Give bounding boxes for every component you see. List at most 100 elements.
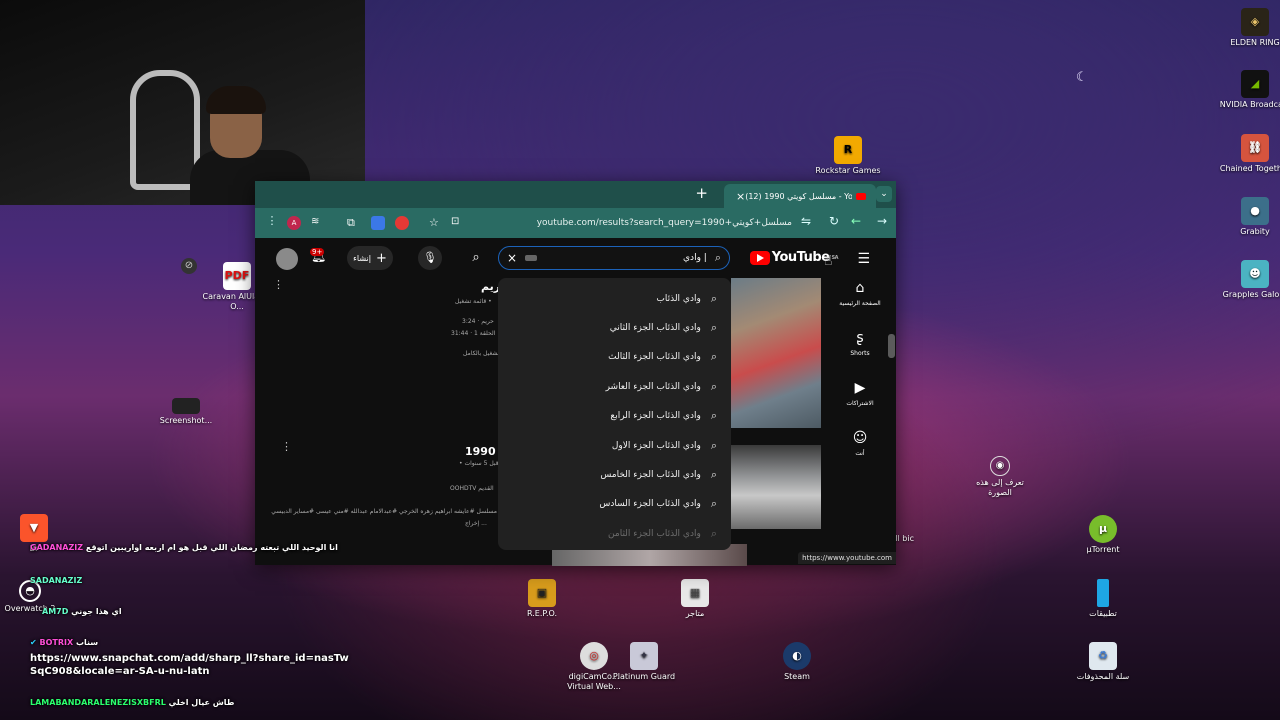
video-2-menu-icon[interactable]: ⋮ — [281, 440, 292, 453]
search-icon: ⌕ — [710, 409, 717, 423]
youtube-favicon-icon — [856, 192, 866, 200]
hand-cursor-icon: ☝ — [824, 253, 833, 269]
video-1-item-1[interactable]: حريم · 3:24 — [462, 318, 494, 325]
screenshot-thumb-icon — [172, 398, 200, 414]
suggestion-item[interactable]: وادي الذئاب الجزء العاشر ⌕ — [498, 372, 731, 401]
hamburger-menu-icon[interactable]: ☰ — [857, 251, 870, 267]
search-icon: ⌕ — [710, 438, 717, 452]
browser-menu-kebab-icon[interactable]: ⋮ — [263, 214, 281, 227]
desktop-icon-screenshot[interactable]: Screenshot... — [149, 398, 223, 426]
back-icon[interactable]: → — [873, 214, 891, 228]
record-extension-icon[interactable] — [395, 216, 409, 230]
reload-icon[interactable]: ↻ — [825, 214, 843, 228]
suggestion-item[interactable]: وادي الذئاب ⌕ — [498, 284, 731, 313]
tab-youtube[interactable]: × (12) مسلسل كويتي 1990 - YouTube — [724, 184, 876, 208]
chat-message: ✔ BOTRIX سناب — [30, 638, 99, 647]
video-1-menu-icon[interactable]: ⋮ — [273, 278, 284, 291]
video-2-description-more: إخراج ... — [465, 520, 487, 527]
desktop-icon-apps[interactable]: تطبيقات — [1066, 579, 1140, 619]
search-icon: ⌕ — [710, 321, 717, 335]
sidebar-item-you[interactable]: ☺ أنت — [824, 430, 896, 480]
search-icon: ⌕ — [710, 350, 717, 364]
suggestion-item[interactable]: وادي الذئاب الجزء السادس ⌕ — [498, 490, 731, 519]
create-button[interactable]: إنشاء + — [347, 246, 393, 270]
desktop-icon-chained-together[interactable]: ⛓ Chained Together — [1218, 134, 1280, 174]
extension-icon[interactable]: ≋ — [311, 216, 325, 230]
desktop-icon-repo[interactable]: ▣ R.E.P.O. — [505, 579, 579, 619]
keyboard-icon[interactable] — [525, 255, 538, 261]
webcam-overlay — [0, 0, 365, 205]
desktop-icon-nvidia-broadcast[interactable]: ◢ NVIDIA Broadcast — [1218, 70, 1280, 110]
sidebar-item-home[interactable]: ⌂ الصفحة الرئيسية — [824, 280, 896, 330]
sidebar-item-subscriptions[interactable]: ▶︎ الاشتراكات — [824, 380, 896, 430]
suggestion-item[interactable]: وادي الذئاب الجزء الثالث ⌕ — [498, 343, 731, 372]
suggestion-item[interactable]: وادي الذئاب الجزء الاول ⌕ — [498, 431, 731, 460]
chat-message: GADANAZIZ انا الوحيد اللي تبعته رمضان ال… — [30, 543, 338, 552]
blocked-circle-icon: ⊘ — [181, 258, 197, 274]
repo-game-icon: ▣ — [528, 579, 556, 607]
plus-icon: + — [375, 250, 387, 266]
suggestion-item[interactable]: وادي الذئاب الجزء الخامس ⌕ — [498, 460, 731, 489]
desktop-icon-stores[interactable]: ▦ متاجر — [658, 579, 732, 619]
clear-search-icon[interactable]: × — [507, 251, 517, 265]
video-thumbnail-1[interactable] — [731, 278, 821, 428]
suggestion-item[interactable]: وادي الذئاب الجزء الثامن ⌕ — [498, 519, 731, 548]
steam-icon: ◐ — [783, 642, 811, 670]
video-1-item-2[interactable]: الحلقة 1 · 31:44 — [451, 330, 495, 337]
site-settings-icon[interactable]: ⇋ — [797, 214, 815, 228]
translate-extension-icon[interactable] — [371, 216, 385, 230]
video-thumbnail-2[interactable] — [731, 445, 821, 529]
search-icon: ⌕ — [710, 379, 717, 393]
browser-window: + × (12) مسلسل كويتي 1990 - YouTube ⌄ ⋮ … — [255, 181, 896, 566]
account-avatar[interactable] — [276, 248, 298, 270]
new-tab-button[interactable]: + — [695, 184, 708, 202]
suggestion-item[interactable]: وادي الذئاب الجزء الثاني ⌕ — [498, 313, 731, 342]
desktop-icon-grapples-galore[interactable]: ☻ Grapples Galore — [1218, 260, 1280, 300]
camera-circle-icon: ◉ — [990, 456, 1010, 476]
video-2-channel[interactable]: OOHDTV القديم — [450, 485, 494, 492]
nvidia-broadcast-icon: ◢ — [1241, 70, 1269, 98]
play-all-link[interactable]: تشغيل بالكامل — [463, 350, 499, 357]
subscriptions-icon: ▶︎ — [854, 380, 866, 396]
tab-search-chevron-icon[interactable]: ⌄ — [876, 186, 892, 202]
chained-together-icon: ⛓ — [1241, 134, 1269, 162]
desktop-icon-platinum-guard[interactable]: ✦ Platinum Guard — [607, 642, 681, 682]
desktop-icon-steam[interactable]: ◐ Steam — [760, 642, 834, 682]
home-icon: ⌂ — [855, 280, 865, 296]
install-app-icon[interactable]: ⊡ — [451, 216, 465, 230]
video-2-age: • قبل 5 سنوات — [459, 460, 499, 467]
page-scrollbar[interactable] — [888, 334, 895, 358]
suggestion-item[interactable]: وادي الذئاب الجزء الرابع ⌕ — [498, 402, 731, 431]
video-1-meta: قائمة تشغيل • — [455, 298, 492, 305]
streamer-hair — [206, 86, 266, 114]
tab-bar: + × (12) مسلسل كويتي 1990 - YouTube ⌄ — [255, 181, 896, 208]
search-button[interactable]: ⌕ — [463, 246, 489, 270]
profile-avatar-icon[interactable]: A — [287, 216, 301, 230]
rockstar-games-icon: R — [834, 136, 862, 164]
chat-message: SADANAZIZ — [30, 576, 83, 585]
puzzle-extensions-icon[interactable]: ⧉ — [347, 216, 361, 230]
elden-ring-icon: ◈ — [1241, 8, 1269, 36]
recycle-bin-icon: ♻ — [1089, 642, 1117, 670]
desktop-icon-utorrent[interactable]: µ µTorrent — [1066, 515, 1140, 555]
search-icon: ⌕ — [710, 468, 717, 482]
gaming-chair — [130, 70, 200, 190]
voice-search-mic-icon[interactable]: 🎙︎ — [418, 246, 442, 270]
apps-folder-icon — [1097, 579, 1109, 607]
brave-lion-icon: ▼ — [20, 514, 48, 542]
desktop-icon-recycle-bin[interactable]: ♻ سلة المحذوفات — [1066, 642, 1140, 682]
url-field[interactable]: youtube.com/results?search_query=مسلسل+ك… — [473, 212, 798, 234]
notification-count-badge: 9+ — [310, 248, 325, 256]
address-bar: ⋮ A ≋ ⧉ ☆ ⊡ youtube.com/results?search_q… — [255, 208, 896, 238]
desktop-icon-learn-image[interactable]: ◉ تعرف إلى هذه الصورة — [963, 456, 1037, 498]
search-input[interactable]: × وادي | ⌕ — [498, 246, 730, 270]
desktop-icon-rockstar[interactable]: R Rockstar Games ... — [811, 136, 885, 186]
desktop-icon-elden-ring[interactable]: ◈ ELDEN RING — [1218, 8, 1280, 48]
bookmark-star-icon[interactable]: ☆ — [429, 216, 443, 230]
sidebar-item-shorts[interactable]: ʂ Shorts — [824, 330, 896, 380]
desktop-icon-grabity[interactable]: ● Grabity — [1218, 197, 1280, 237]
search-suggestions-dropdown: وادي الذئاب ⌕ وادي الذئاب الجزء الثاني ⌕ و… — [498, 278, 731, 550]
chat-message-link[interactable]: https://www.snapchat.com/add/sharp_ll?sh… — [30, 652, 350, 678]
forward-icon[interactable]: ← — [847, 214, 865, 228]
close-tab-icon[interactable]: × — [736, 190, 745, 203]
